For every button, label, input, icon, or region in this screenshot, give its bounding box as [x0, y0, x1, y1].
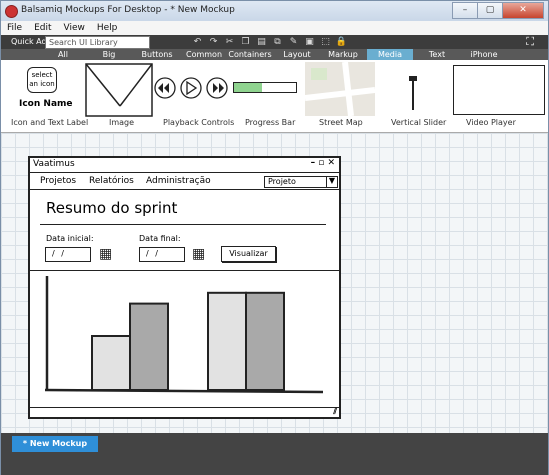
quick-add-toolbar: Quick Add: Search UI Library ↶ ↷ ✂ ❐ ▤ ⧉… [1, 35, 548, 49]
library-label: Video Player [466, 118, 516, 127]
category-tab-buttons[interactable]: Buttons [135, 49, 179, 60]
menu-edit[interactable]: Edit [28, 21, 57, 35]
chart-bar [91, 335, 131, 391]
quick-add-search-input[interactable]: Search UI Library [45, 36, 150, 49]
cut-icon[interactable]: ✂ [223, 36, 236, 48]
playback-controls-icon [154, 77, 228, 99]
vertical-slider-icon [409, 76, 417, 110]
fullscreen-icon[interactable]: ⛶ [526, 36, 534, 48]
minimize-button[interactable]: – [452, 2, 478, 19]
library-label: Icon and Text Label [11, 118, 89, 127]
start-date-field[interactable]: / / [45, 247, 91, 262]
edit-icon[interactable]: ✎ [287, 36, 300, 48]
project-combobox-value: Projeto [268, 177, 296, 186]
menu-help[interactable]: Help [91, 21, 124, 35]
category-tab-text[interactable]: Text [415, 49, 459, 60]
library-item-vertical-slider[interactable]: Vertical Slider [381, 60, 447, 132]
progress-bar [233, 82, 297, 93]
category-tab-media[interactable]: Media [367, 49, 413, 60]
select-text: select [31, 71, 53, 79]
copy-icon[interactable]: ❐ [239, 36, 252, 48]
mockup-title: Vaatimus [33, 159, 75, 169]
sprint-summary-heading: Resumo do sprint [46, 199, 178, 217]
chart-bar [245, 291, 285, 391]
icon-name-text: Icon Name [19, 99, 73, 109]
end-date-field[interactable]: / / [139, 247, 185, 262]
category-tab-containers[interactable]: Containers [227, 49, 273, 60]
bottom-tab-bar: * New Mockup [1, 433, 548, 475]
progress-bar-fill [234, 83, 262, 92]
category-tab-layout[interactable]: Layout [275, 49, 319, 60]
library-item-playback-controls[interactable]: Playback Controls [153, 60, 235, 132]
mockup-title-bar: Vaatimus – ▫ ✕ [30, 158, 339, 173]
undo-icon[interactable]: ↶ [191, 36, 204, 48]
menu-bar: File Edit View Help [1, 21, 548, 35]
library-label: Vertical Slider [391, 118, 447, 127]
project-combobox[interactable]: Projeto ▼ [264, 176, 338, 188]
chart-bar [129, 302, 169, 392]
duplicate-icon[interactable]: ⧉ [271, 36, 284, 48]
calendar-icon[interactable]: ▦ [99, 247, 114, 262]
sprint-bar-chart [44, 276, 324, 394]
title-bar: Balsamiq Mockups For Desktop - * New Moc… [1, 1, 548, 21]
menu-view[interactable]: View [58, 21, 91, 35]
paste-icon[interactable]: ▤ [255, 36, 268, 48]
mockup-window[interactable]: Vaatimus – ▫ ✕ Projetos Relatórios Admin… [28, 156, 341, 419]
divider [40, 224, 326, 225]
ungroup-icon[interactable]: ⬚ [319, 36, 332, 48]
library-item-icon-and-text-label[interactable]: select an icon Icon Name Icon and Text L… [5, 60, 88, 132]
library-label: Progress Bar [245, 118, 296, 127]
video-player-placeholder [453, 65, 545, 115]
image-placeholder-icon [85, 63, 153, 117]
library-item-image[interactable]: Image [83, 60, 155, 132]
window-title: Balsamiq Mockups For Desktop - * New Moc… [21, 5, 235, 15]
library-item-progress-bar[interactable]: Progress Bar [231, 60, 303, 132]
library-label: Image [109, 118, 135, 127]
mockup-menu-administracao[interactable]: Administração [146, 176, 211, 186]
mockup-tab[interactable]: * New Mockup [12, 436, 98, 452]
library-item-video-player[interactable]: Video Player [447, 60, 547, 132]
group-icon[interactable]: ▣ [303, 36, 316, 48]
street-map-icon [305, 62, 375, 116]
app-window: Balsamiq Mockups For Desktop - * New Moc… [0, 0, 549, 475]
category-tab-iphone[interactable]: iPhone [461, 49, 507, 60]
start-date-label: Data inicial: [46, 234, 94, 243]
redo-icon[interactable]: ↷ [207, 36, 220, 48]
mockup-menu-bar: Projetos Relatórios Administração Projet… [30, 174, 339, 190]
chevron-down-icon[interactable]: ▼ [326, 176, 337, 188]
mockup-status-bar: ⫽ [30, 407, 339, 418]
visualizar-button[interactable]: Visualizar [221, 246, 276, 262]
calendar-icon[interactable]: ▦ [192, 247, 207, 262]
mockup-menu-relatorios[interactable]: Relatórios [89, 176, 134, 186]
resize-grip-icon[interactable]: ⫽ [333, 407, 337, 417]
close-button[interactable]: ✕ [502, 2, 544, 19]
divider [30, 270, 339, 271]
chart-bar [207, 291, 247, 391]
category-tab-markup[interactable]: Markup [321, 49, 365, 60]
lock-icon[interactable]: 🔒 [335, 36, 348, 48]
maximize-button[interactable]: ▢ [477, 2, 503, 19]
category-bar: All Big Buttons Common Containers Layout… [1, 49, 548, 60]
library-item-street-map[interactable]: Street Map [301, 60, 379, 132]
mockup-menu-projetos[interactable]: Projetos [40, 176, 76, 186]
category-tab-all[interactable]: All [41, 49, 85, 60]
library-label: Playback Controls [163, 118, 235, 127]
app-logo-icon [5, 5, 18, 18]
an-icon-text: an icon [29, 80, 55, 88]
category-tab-big[interactable]: Big [87, 49, 131, 60]
end-date-label: Data final: [139, 234, 181, 243]
library-label: Street Map [319, 118, 363, 127]
category-tab-common[interactable]: Common [182, 49, 226, 60]
ui-library: select an icon Icon Name Icon and Text L… [1, 60, 548, 133]
menu-file[interactable]: File [1, 21, 28, 35]
mockup-window-controls: – ▫ ✕ [310, 158, 335, 168]
